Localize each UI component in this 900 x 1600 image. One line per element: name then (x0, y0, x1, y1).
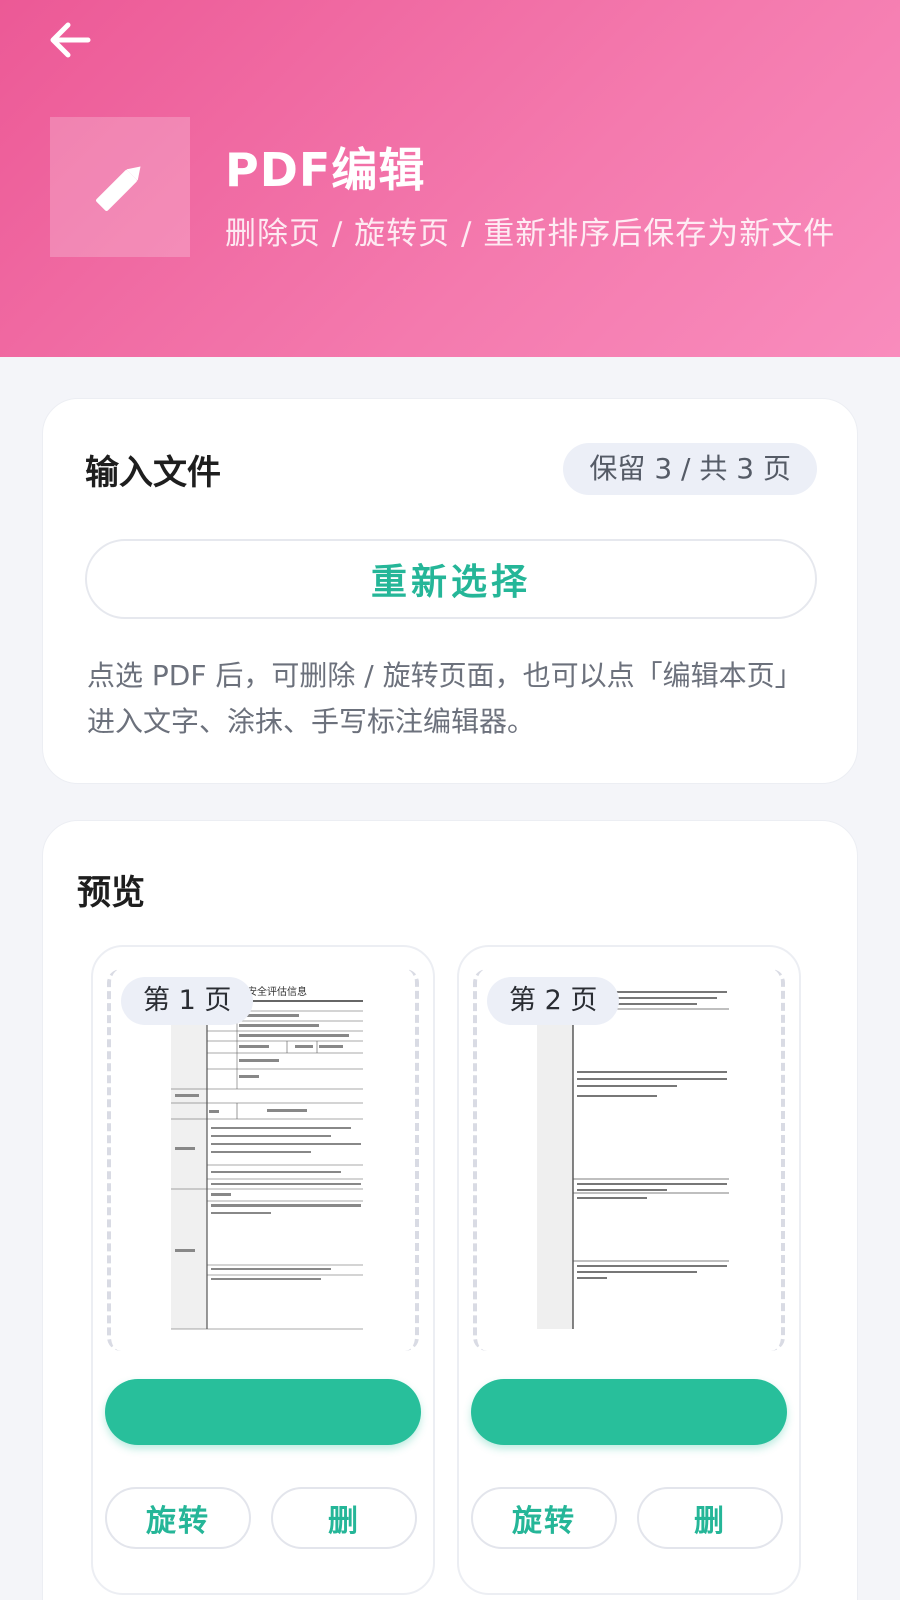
hint-text: 点选 PDF 后，可删除 / 旋转页面，也可以点「编辑本页」进入文字、涂抹、手写… (87, 659, 803, 738)
delete-button-1[interactable]: 删 (271, 1487, 417, 1549)
input-file-card: 输入文件 保留 3 / 共 3 页 重新选择 点选 PDF 后，可删除 / 旋转… (42, 398, 858, 784)
app-logo (50, 117, 190, 257)
page-title: PDF编辑 (225, 143, 426, 197)
edit-page-button-1[interactable] (105, 1379, 421, 1445)
arrow-left-icon (50, 22, 91, 58)
page-thumbnail-2[interactable] (473, 969, 785, 1351)
page-thumbnail-1[interactable]: 安全评估信息 (107, 969, 419, 1351)
page-1-document-image: 安全评估信息 (171, 985, 363, 1330)
page-1-doc-title: 安全评估信息 (247, 985, 307, 998)
page-number-badge-2: 第 2 页 (487, 977, 620, 1025)
preview-section-title: 预览 (77, 873, 145, 913)
page-count-badge: 保留 3 / 共 3 页 (563, 443, 817, 495)
page-number-badge-1: 第 1 页 (121, 977, 254, 1025)
delete-button-2[interactable]: 删 (637, 1487, 783, 1549)
pencil-icon (96, 166, 141, 211)
page-card-1: 安全评估信息 第 1 页 旋转 删 (91, 945, 435, 1595)
input-section-title: 输入文件 (85, 453, 221, 493)
reselect-file-button[interactable]: 重新选择 (85, 539, 817, 619)
edit-page-button-2[interactable] (471, 1379, 787, 1445)
rotate-button-1[interactable]: 旋转 (105, 1487, 251, 1549)
page-2-document-image (537, 987, 729, 1329)
page-subtitle: 删除页 / 旋转页 / 重新排序后保存为新文件 (225, 216, 836, 252)
back-button[interactable] (44, 14, 96, 66)
preview-card: 预览 安全评估信息 第 1 页 旋转 删 第 2 页 旋转 删 (42, 820, 858, 1600)
page-card-2: 第 2 页 旋转 删 (457, 945, 801, 1595)
rotate-button-2[interactable]: 旋转 (471, 1487, 617, 1549)
app-header: PDF编辑 删除页 / 旋转页 / 重新排序后保存为新文件 (0, 0, 900, 357)
